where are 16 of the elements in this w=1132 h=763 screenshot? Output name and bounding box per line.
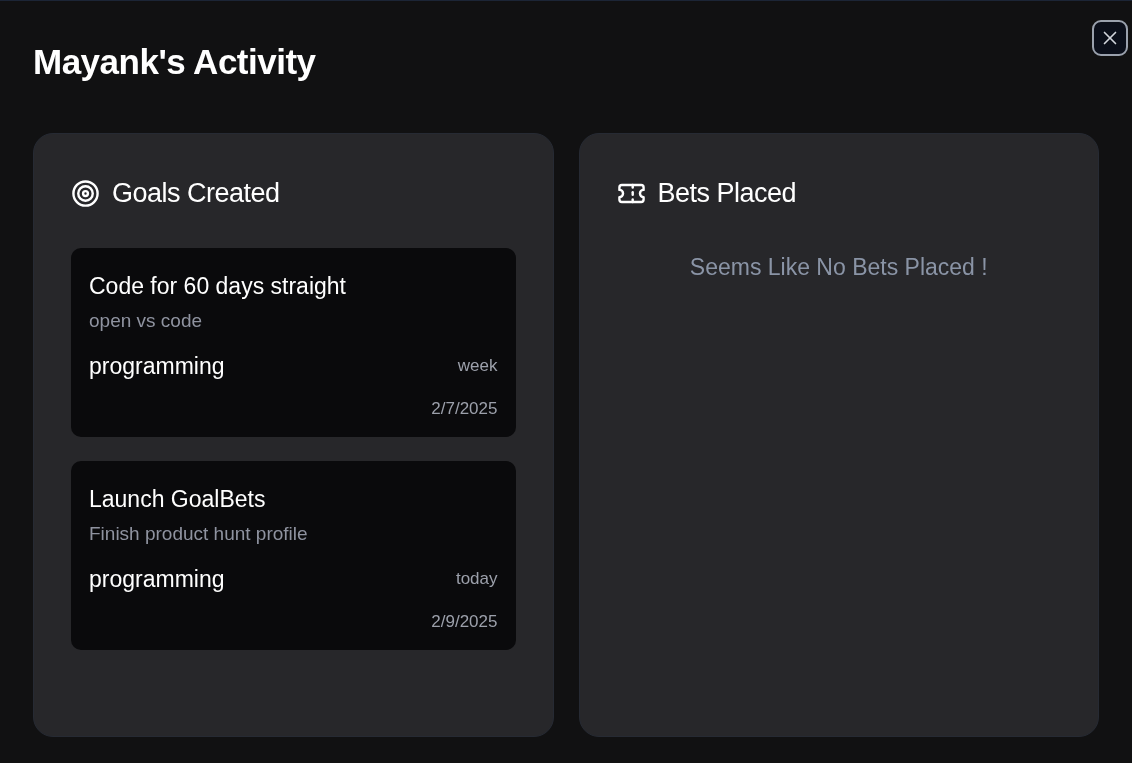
empty-message: Seems Like No Bets Placed ! <box>689 253 988 282</box>
goal-frequency: today <box>455 568 498 590</box>
goal-date: 2/7/2025 <box>431 398 498 420</box>
goal-title: Launch GoalBets <box>89 485 267 514</box>
goal-description: open vs code <box>89 309 204 333</box>
dialog-title: Mayank's Activity <box>33 41 316 83</box>
panel-title: Bets Placed <box>657 177 797 210</box>
goal-frequency: week <box>457 355 498 377</box>
panel-title: Goals Created <box>112 177 280 210</box>
close-button[interactable] <box>1092 20 1128 56</box>
goal-date: 2/9/2025 <box>431 611 498 633</box>
target-icon <box>71 178 100 208</box>
goal-category: programming <box>89 352 225 381</box>
goal-title: Code for 60 days straight <box>89 272 347 301</box>
goal-category: programming <box>89 565 225 594</box>
goal-description: Finish product hunt profile <box>89 522 309 546</box>
